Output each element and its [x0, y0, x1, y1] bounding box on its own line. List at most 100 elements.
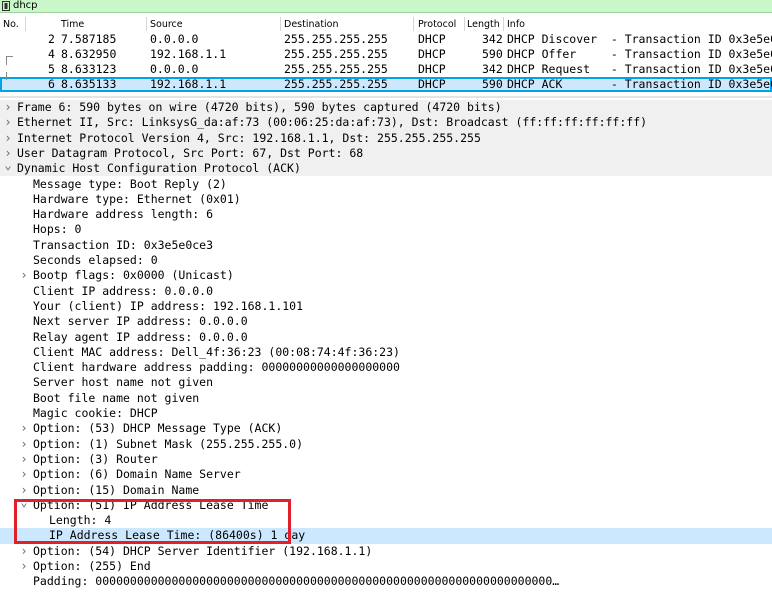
tree-item[interactable]: Client MAC address: Dell_4f:36:23 (00:08… [0, 345, 772, 360]
collapse-arrow-icon[interactable]: › [19, 437, 29, 452]
tree-item[interactable]: Magic cookie: DHCP [0, 406, 772, 421]
tree-item-label: Client hardware address padding: 0000000… [33, 360, 400, 375]
tree-item[interactable]: › Option: (255) End [0, 559, 772, 574]
tree-item[interactable]: Hardware type: Ethernet (0x01) [0, 192, 772, 207]
tree-item[interactable]: Client hardware address padding: 0000000… [0, 360, 772, 375]
cell-protocol: DHCP [418, 62, 446, 76]
pane-splitter[interactable] [0, 96, 772, 98]
tree-item-label: Server host name not given [33, 375, 214, 390]
cell-time: 7.587185 [61, 32, 117, 46]
tree-item-label: Length: 4 [49, 513, 112, 528]
tree-item[interactable]: › Option: (53) DHCP Message Type (ACK) [0, 421, 772, 436]
tree-item[interactable]: › Option: (6) Domain Name Server [0, 467, 772, 482]
display-filter-input[interactable]: dhcp [13, 0, 38, 12]
tree-item[interactable]: Next server IP address: 0.0.0.0 [0, 314, 772, 329]
packet-list: No. Time Source Destination Protocol Len… [0, 15, 772, 94]
cell-source: 192.168.1.1 [150, 47, 227, 61]
bookmark-icon[interactable] [2, 1, 10, 11]
packet-list-header: No. Time Source Destination Protocol Len… [0, 15, 772, 33]
packet-row[interactable]: 2 7.587185 0.0.0.0 255.255.255.255 DHCP … [0, 32, 772, 47]
tree-item[interactable]: › Bootp flags: 0x0000 (Unicast) [0, 268, 772, 283]
display-filter-bar[interactable]: dhcp [0, 0, 772, 13]
tree-item-label: Option: (51) IP Address Lease Time [33, 497, 269, 512]
column-header-source[interactable]: Source [150, 19, 183, 30]
tree-item-label: Option: (15) Domain Name [33, 482, 200, 497]
collapse-arrow-icon[interactable]: › [19, 421, 29, 436]
expand-arrow-icon[interactable]: ⌄ [3, 158, 13, 173]
tree-item[interactable]: › Option: (3) Router [0, 452, 772, 467]
cell-time: 8.632950 [61, 47, 117, 61]
tree-item-label: Message type: Boot Reply (2) [33, 176, 227, 191]
tree-item[interactable]: › Internet Protocol Version 4, Src: 192.1… [0, 130, 772, 146]
packet-row[interactable]: 4 8.632950 192.168.1.1 255.255.255.255 D… [0, 47, 772, 62]
column-header-time[interactable]: Time [61, 19, 84, 30]
cell-length: 342 [482, 32, 503, 46]
cell-destination: 255.255.255.255 [284, 77, 388, 91]
tree-item[interactable]: Server host name not given [0, 375, 772, 390]
tree-item[interactable]: Boot file name not given [0, 391, 772, 406]
collapse-arrow-icon[interactable]: › [19, 452, 29, 467]
tree-item[interactable]: Hardware address length: 6 [0, 207, 772, 222]
cell-time: 8.633123 [61, 62, 117, 76]
cell-destination: 255.255.255.255 [284, 47, 388, 61]
tree-item-label: Boot file name not given [33, 390, 200, 405]
tree-item[interactable]: Hops: 0 [0, 222, 772, 237]
column-header-length[interactable]: Length [467, 19, 500, 30]
tree-item-label: Bootp flags: 0x0000 (Unicast) [33, 268, 234, 283]
collapse-arrow-icon[interactable]: › [3, 131, 13, 146]
tree-item[interactable]: Message type: Boot Reply (2) [0, 177, 772, 192]
collapse-arrow-icon[interactable]: › [19, 559, 29, 574]
packet-row-selected[interactable]: 6 8.635133 192.168.1.1 255.255.255.255 D… [0, 77, 772, 92]
column-header-no[interactable]: No. [3, 19, 19, 30]
tree-item-label: Padding: 0000000000000000000000000000000… [33, 574, 560, 589]
cell-destination: 255.255.255.255 [284, 32, 388, 46]
conversation-bracket [6, 56, 13, 65]
tree-item[interactable]: Relay agent IP address: 0.0.0.0 [0, 330, 772, 345]
tree-item[interactable]: › Option: (54) DHCP Server Identifier (19… [0, 544, 772, 559]
tree-item-label: Option: (255) End [33, 559, 151, 573]
tree-item[interactable]: ⌄ Option: (51) IP Address Lease Time [0, 495, 772, 513]
column-header-info[interactable]: Info [507, 19, 525, 30]
tree-item[interactable]: Your (client) IP address: 192.168.1.101 [0, 299, 772, 314]
tree-item[interactable]: › Option: (15) Domain Name [0, 483, 772, 498]
collapse-arrow-icon[interactable]: › [19, 544, 29, 559]
cell-no: 2 [48, 32, 55, 46]
column-header-protocol[interactable]: Protocol [418, 19, 456, 30]
tree-item[interactable]: Client IP address: 0.0.0.0 [0, 284, 772, 299]
cell-length: 590 [482, 47, 503, 61]
tree-item-label: Client IP address: 0.0.0.0 [33, 283, 214, 298]
tree-item[interactable]: Seconds elapsed: 0 [0, 253, 772, 268]
cell-info: DHCP Request - Transaction ID 0x3e5e0ce3 [507, 62, 772, 76]
collapse-arrow-icon[interactable]: › [19, 467, 29, 482]
tree-item-label: Relay agent IP address: 0.0.0.0 [33, 329, 248, 344]
cell-info: DHCP ACK - Transaction ID 0x3e5e0ce3 [507, 77, 772, 91]
collapse-arrow-icon[interactable]: › [19, 268, 29, 283]
expand-arrow-icon[interactable]: ⌄ [19, 495, 29, 510]
tree-item-label: Option: (3) Router [33, 451, 158, 466]
tree-item-label: Hardware type: Ethernet (0x01) [33, 191, 241, 206]
cell-protocol: DHCP [418, 77, 446, 91]
tree-item-label: Option: (6) Domain Name Server [33, 467, 241, 482]
tree-item-label: Hops: 0 [33, 222, 82, 237]
tree-item-label: Dynamic Host Configuration Protocol (ACK… [17, 161, 301, 176]
collapse-arrow-icon[interactable]: › [3, 100, 13, 115]
packet-row[interactable]: 5 8.633123 0.0.0.0 255.255.255.255 DHCP … [0, 62, 772, 77]
tree-item-label: Magic cookie: DHCP [33, 406, 158, 420]
cell-protocol: DHCP [418, 47, 446, 61]
tree-item[interactable]: Length: 4 [0, 513, 772, 528]
tree-item[interactable]: Padding: 0000000000000000000000000000000… [0, 574, 772, 589]
cell-protocol: DHCP [418, 32, 446, 46]
tree-item-label: Option: (53) DHCP Message Type (ACK) [33, 421, 283, 436]
tree-item[interactable]: Transaction ID: 0x3e5e0ce3 [0, 238, 772, 253]
collapse-arrow-icon[interactable]: › [3, 115, 13, 130]
tree-item[interactable]: › Ethernet II, Src: LinksysG_da:af:73 (00… [0, 115, 772, 131]
cell-time: 8.635133 [61, 77, 117, 91]
column-header-destination[interactable]: Destination [284, 19, 339, 30]
tree-item[interactable]: › Frame 6: 590 bytes on wire (4720 bits),… [0, 100, 772, 116]
tree-item-label: IP Address Lease Time: (86400s) 1 day [49, 528, 306, 543]
tree-item[interactable]: › User Datagram Protocol, Src Port: 67, D… [0, 145, 772, 162]
tree-item-label: Seconds elapsed: 0 [33, 253, 158, 267]
tree-item-selected[interactable]: IP Address Lease Time: (86400s) 1 day [0, 528, 772, 544]
tree-item[interactable]: ⌄ Dynamic Host Configuration Protocol (AC… [0, 158, 772, 177]
tree-item[interactable]: › Option: (1) Subnet Mask (255.255.255.0) [0, 437, 772, 452]
